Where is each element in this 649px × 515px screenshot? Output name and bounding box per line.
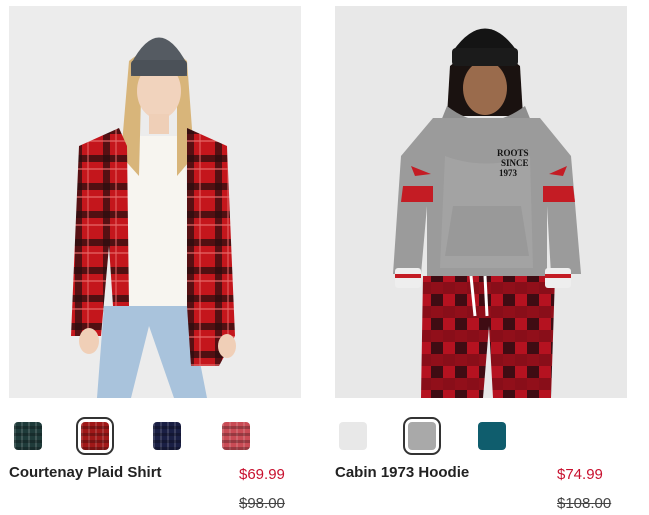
original-price: $108.00 [557, 495, 612, 512]
sale-price: $74.99 [557, 466, 603, 483]
product-name[interactable]: Cabin 1973 Hoodie [335, 464, 469, 481]
sale-price: $69.99 [239, 466, 285, 483]
color-swatches [9, 417, 301, 455]
color-swatches [335, 417, 627, 455]
svg-text:1973: 1973 [499, 168, 518, 178]
svg-text:SINCE: SINCE [501, 158, 529, 168]
product-name[interactable]: Courtenay Plaid Shirt [9, 464, 162, 481]
swatch-white[interactable] [339, 422, 367, 450]
swatch-grey-mix[interactable] [403, 417, 441, 455]
swatch-navy-multicolor-plaid[interactable] [153, 422, 181, 450]
swatch-red-black-plaid[interactable] [76, 417, 114, 455]
swatch-dark-green-plaid[interactable] [14, 422, 42, 450]
original-price: $98.00 [239, 495, 285, 512]
product-image[interactable]: ROOTS SINCE 1973 [335, 6, 627, 398]
swatch-red-white-plaid[interactable] [222, 422, 250, 450]
swatch-teal[interactable] [478, 422, 506, 450]
svg-text:ROOTS: ROOTS [497, 148, 529, 158]
product-image[interactable] [9, 6, 301, 398]
